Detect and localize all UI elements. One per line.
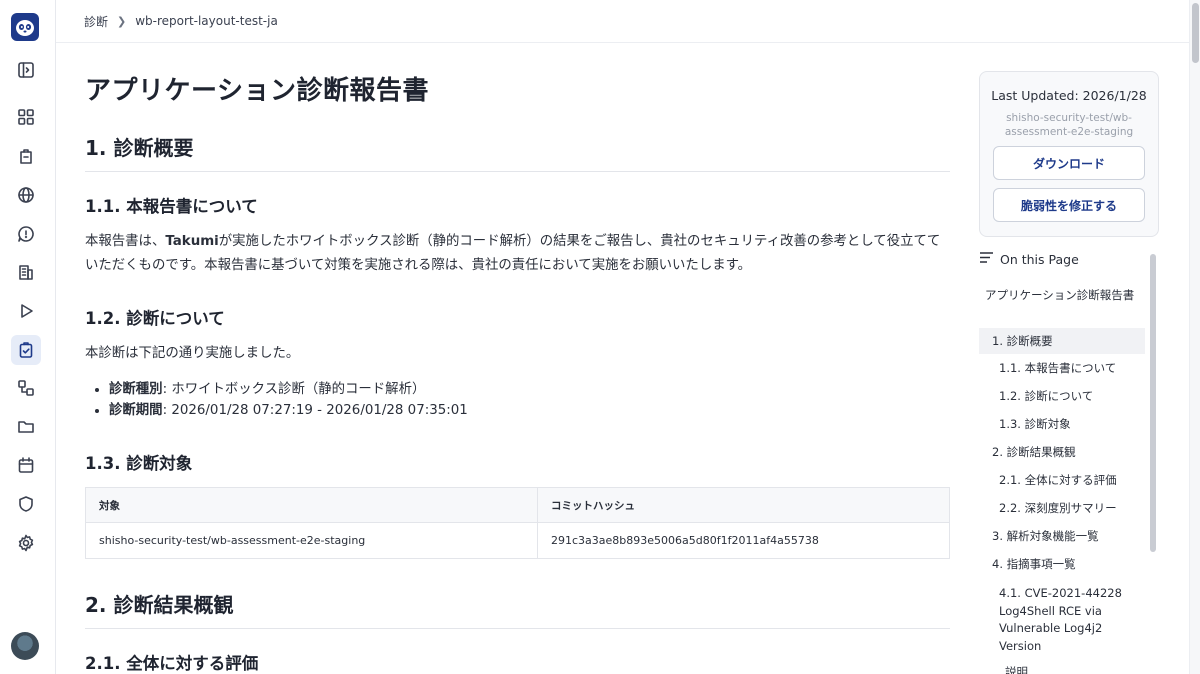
section-heading-overview: 1. 診断概要 [85,132,950,172]
fact-value: : ホワイトボックス診断（静的コード解析） [162,382,426,397]
fact-value: : 2026/01/28 07:27:19 - 2026/01/28 07:35… [162,403,468,418]
toc-item[interactable]: 1.2. 診断について [999,388,1131,406]
toc-item[interactable]: アプリケーション診断報告書 [985,287,1141,305]
play-icon[interactable] [11,296,41,326]
target-table: 対象 コミットハッシュ shisho-security-test/wb-asse… [85,487,950,559]
project-name: shisho-security-test/wb-assessment-e2e-s… [1004,112,1134,138]
toc-item[interactable]: 1.3. 診断対象 [999,416,1131,434]
subsection-heading-target: 1.3. 診断対象 [85,454,193,473]
table-row: shisho-security-test/wb-assessment-e2e-s… [85,522,950,559]
subsection-heading-about-report: 1.1. 本報告書について [85,197,258,216]
toc-item[interactable]: 3. 解析対象機能一覧 [992,528,1099,546]
column-header-commit-hash: コミットハッシュ [537,487,950,523]
page-scrollbar-thumb[interactable] [1192,3,1199,63]
globe-icon[interactable] [11,180,41,210]
report-check-icon[interactable] [11,335,41,365]
paragraph-bold-text: Takumi [165,234,219,249]
toc-item[interactable]: 2.2. 深刻度別サマリー [999,500,1131,518]
breadcrumb-root-link[interactable]: 診断 [84,13,108,30]
toc-item-active[interactable]: 1. 診断概要 [979,328,1145,354]
breadcrumb-current: wb-report-layout-test-ja [135,14,278,28]
chevron-right-icon: ❯ [117,14,127,28]
subsection-heading-overall-evaluation: 2.1. 全体に対する評価 [85,654,259,673]
toc-item[interactable]: 2.1. 全体に対する評価 [999,472,1131,490]
menu-lines-icon [979,251,994,267]
panda-logo-icon[interactable] [11,13,39,41]
folder-icon[interactable] [11,411,41,441]
paragraph-text: 本報告書は、 [85,234,166,249]
table-header-row: 対象 コミットハッシュ [85,487,950,523]
table-cell: 291c3a3ae8b893e5006a5d80f1f2011af4a55738 [537,522,950,559]
section-heading-results: 2. 診断結果概観 [85,589,950,629]
fix-vulnerability-button[interactable]: 脆弱性を修正する [993,188,1145,222]
toc-item[interactable]: 2. 診断結果概観 [992,444,1076,462]
gear-icon[interactable] [11,528,41,558]
about-report-paragraph: 本報告書は、Takumiが実施したホワイトボックス診断（静的コード解析）の結果を… [85,230,945,278]
toc-heading: On this Page [979,251,1079,267]
column-header-target: 対象 [85,487,538,523]
shield-icon[interactable] [11,489,41,519]
report-info-card: Last Updated: 2026/1/28 shisho-security-… [979,71,1159,237]
page-scrollbar[interactable] [1189,0,1200,674]
calendar-icon[interactable] [11,450,41,480]
table-cell: shisho-security-test/wb-assessment-e2e-s… [85,522,538,559]
toc-item[interactable]: 4.1. CVE-2021-44228 Log4Shell RCE via Vu… [999,585,1131,655]
breadcrumb: 診断 ❯ wb-report-layout-test-ja [56,0,1190,43]
chat-icon[interactable] [11,219,41,249]
last-updated-text: Last Updated: 2026/1/28 [991,88,1147,103]
fact-label: 診断期間 [109,403,163,418]
report-content: アプリケーション診断報告書 1. 診断概要 1.1. 本報告書について 本報告書… [85,43,950,674]
toc-item[interactable]: 4. 指摘事項一覧 [992,556,1076,574]
toc-item[interactable]: 説明 [1005,664,1137,674]
list-item: 診断期間: 2026/01/28 07:27:19 - 2026/01/28 0… [109,400,468,421]
subsection-heading-about-assessment: 1.2. 診断について [85,309,225,328]
toc-item[interactable]: 1.1. 本報告書について [999,360,1131,378]
toc-scrollbar[interactable] [1150,254,1156,552]
download-button[interactable]: ダウンロード [993,146,1145,180]
assessment-intro-paragraph: 本診断は下記の通り実施しました。 [85,346,300,361]
sidebar-toggle-icon[interactable] [11,55,41,85]
assessment-facts-list: 診断種別: ホワイトボックス診断（静的コード解析） 診断期間: 2026/01/… [109,379,468,421]
dashboard-icon[interactable] [11,102,41,132]
building-icon[interactable] [11,257,41,287]
fact-label: 診断種別 [109,382,163,397]
user-avatar[interactable] [11,632,39,660]
clipboard-icon[interactable] [11,141,41,171]
page-title: アプリケーション診断報告書 [85,76,429,106]
toc-heading-label: On this Page [1000,251,1079,267]
list-item: 診断種別: ホワイトボックス診断（静的コード解析） [109,379,468,400]
icon-sidebar [0,0,56,674]
workflow-icon[interactable] [11,373,41,403]
